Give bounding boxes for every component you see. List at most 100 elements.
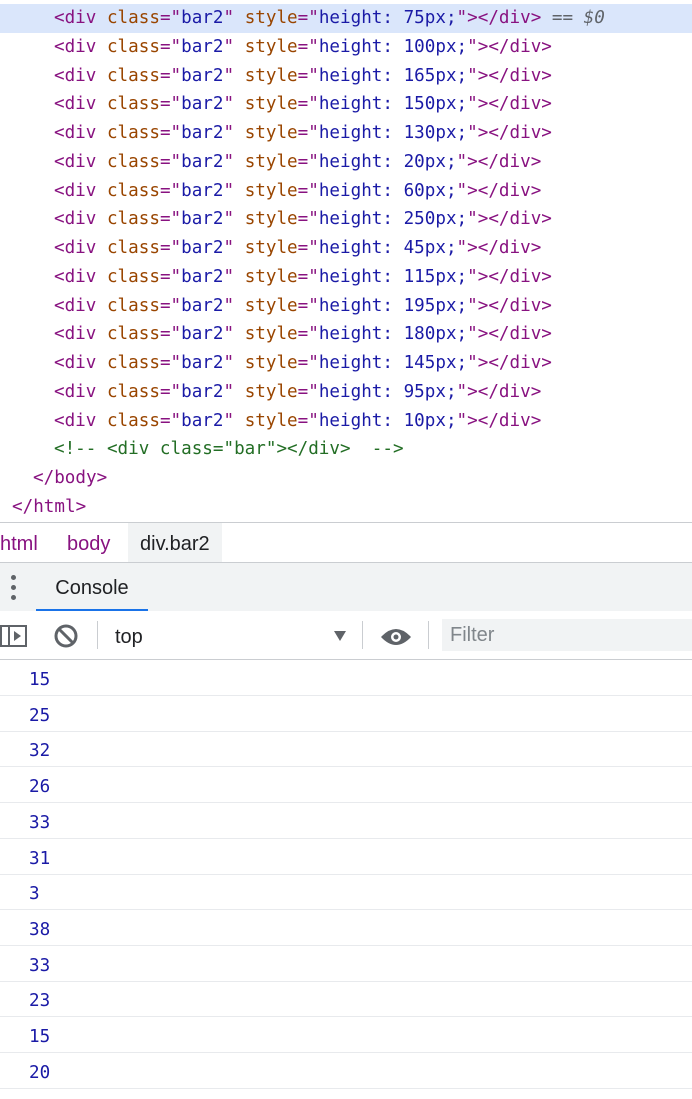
attribute-value[interactable]: height: 150px; — [319, 94, 467, 114]
dom-node-row[interactable]: <div class="bar2" style="height: 115px;"… — [0, 263, 692, 292]
markup-punctuation: =" — [297, 410, 319, 431]
tab-console[interactable]: Console — [36, 563, 148, 611]
console-message[interactable]: 33 — [0, 804, 692, 839]
attribute-value[interactable]: height: 195px; — [319, 296, 467, 316]
markup-punctuation: " — [223, 266, 235, 287]
filter-input[interactable] — [442, 619, 692, 651]
markup-punctuation: > — [96, 468, 108, 488]
attribute-value[interactable]: bar2 — [181, 37, 223, 57]
markup-punctuation: > — [530, 180, 542, 201]
chevron-down-icon[interactable] — [333, 629, 347, 647]
attribute-value[interactable]: bar2 — [181, 267, 223, 287]
markup-punctuation: " — [223, 36, 235, 57]
toolbar-divider — [97, 621, 98, 649]
closing-body-row[interactable]: </body> — [0, 464, 692, 493]
dom-node-row[interactable]: <div class="bar2" style="height: 45px;">… — [0, 234, 692, 263]
attribute-value[interactable]: height: 45px; — [319, 238, 457, 258]
html-comment-row[interactable]: <!-- <div class="bar"></div> --> — [0, 435, 692, 464]
markup-punctuation: " — [223, 65, 235, 86]
attribute-value[interactable]: bar2 — [181, 324, 223, 344]
console-message[interactable]: 26 — [0, 768, 692, 804]
dom-node-row[interactable]: <div class="bar2" style="height: 95px;">… — [0, 378, 692, 407]
dom-node-row[interactable]: <div class="bar2" style="height: 180px;"… — [0, 320, 692, 349]
closing-tag-name: div — [509, 209, 542, 230]
attribute-value[interactable]: height: 60px; — [319, 181, 457, 201]
attribute-name: style — [244, 94, 298, 115]
attribute-name: class — [106, 94, 160, 115]
attribute-value[interactable]: bar2 — [181, 8, 223, 28]
markup-punctuation: "></ — [467, 65, 510, 86]
dom-node-row[interactable]: <div class="bar2" style="height: 20px;">… — [0, 148, 692, 177]
markup-punctuation: < — [54, 180, 65, 201]
eye-icon[interactable] — [380, 627, 412, 652]
attribute-value[interactable]: bar2 — [181, 94, 223, 114]
closing-html-row[interactable]: </html> — [0, 493, 692, 522]
breadcrumb-html[interactable]: html — [0, 523, 38, 563]
dom-node-row[interactable]: <div class="bar2" style="height: 130px;"… — [0, 119, 692, 148]
markup-punctuation: =" — [297, 65, 319, 86]
attribute-value[interactable]: height: 100px; — [319, 37, 467, 57]
dom-node-row[interactable]: <div class="bar2" style="height: 250px;"… — [0, 205, 692, 234]
attribute-name: class — [106, 65, 160, 86]
console-message[interactable]: 31 — [0, 840, 692, 875]
console-message[interactable]: 20 — [0, 1054, 692, 1089]
attribute-name: class — [106, 123, 160, 143]
clear-console-icon[interactable] — [53, 623, 79, 654]
attribute-value[interactable]: bar2 — [181, 382, 223, 402]
markup-punctuation: =" — [297, 123, 319, 143]
attribute-value[interactable]: height: 115px; — [319, 267, 467, 287]
dom-node-row[interactable]: <div class="bar2" style="height: 150px;"… — [0, 90, 692, 119]
markup-punctuation: < — [54, 353, 65, 373]
breadcrumb-div-bar2[interactable]: div.bar2 — [128, 523, 222, 563]
attribute-value[interactable]: height: 165px; — [319, 66, 467, 86]
attribute-value[interactable]: bar2 — [181, 238, 223, 258]
closing-tag-name: div — [509, 324, 542, 345]
attribute-value[interactable]: bar2 — [181, 353, 223, 373]
attribute-value[interactable]: height: 10px; — [319, 411, 457, 431]
markup-punctuation: < — [54, 94, 65, 115]
breadcrumb-body[interactable]: body — [67, 523, 110, 563]
drawer-tab-bar: Console — [0, 562, 692, 612]
markup-punctuation: =" — [297, 381, 319, 402]
attribute-value[interactable]: bar2 — [181, 209, 223, 229]
more-options-icon[interactable] — [8, 575, 20, 601]
dom-node-row[interactable]: <div class="bar2" style="height: 100px;"… — [0, 33, 692, 62]
console-message[interactable]: 25 — [0, 697, 692, 732]
attribute-value[interactable]: bar2 — [181, 411, 223, 431]
attribute-value[interactable]: bar2 — [181, 66, 223, 86]
attribute-value[interactable]: bar2 — [181, 296, 223, 316]
attribute-name: style — [244, 295, 298, 316]
attribute-value[interactable]: bar2 — [181, 152, 223, 172]
console-message[interactable]: 23 — [0, 982, 692, 1018]
console-message[interactable]: 33 — [0, 947, 692, 982]
console-message[interactable]: 15 — [0, 1018, 692, 1053]
attribute-value[interactable]: height: 130px; — [319, 123, 467, 143]
dom-node-row[interactable]: <div class="bar2" style="height: 165px;"… — [0, 62, 692, 91]
context-selector[interactable]: top — [115, 611, 143, 663]
attribute-value[interactable]: height: 95px; — [319, 382, 457, 402]
attribute-value[interactable]: bar2 — [181, 123, 223, 143]
sidebar-toggle-icon[interactable] — [0, 623, 28, 654]
markup-punctuation: " — [223, 324, 235, 345]
attribute-value[interactable]: height: 75px; — [319, 8, 457, 28]
dom-node-row[interactable]: <div class="bar2" style="height: 10px;">… — [0, 407, 692, 436]
attribute-value[interactable]: height: 250px; — [319, 209, 467, 229]
console-message[interactable]: 32 — [0, 732, 692, 768]
dom-node-row[interactable]: <div class="bar2" style="height: 195px;"… — [0, 292, 692, 321]
attribute-value[interactable]: bar2 — [181, 181, 223, 201]
attribute-value[interactable]: height: 180px; — [319, 324, 467, 344]
html-comment: <!-- <div class="bar"></div> --> — [54, 439, 404, 460]
tag-name: div — [64, 295, 97, 316]
selected-node-marker: == $0 — [551, 8, 605, 28]
dom-node-row[interactable]: <div class="bar2" style="height: 75px;">… — [0, 4, 692, 33]
markup-punctuation: " — [223, 381, 235, 402]
console-message[interactable]: 15 — [0, 661, 692, 696]
dom-node-row[interactable]: <div class="bar2" style="height: 145px;"… — [0, 349, 692, 378]
console-message[interactable]: 38 — [0, 911, 692, 946]
markup-punctuation: > — [530, 151, 542, 172]
closing-tag-name: div — [498, 238, 531, 258]
dom-node-row[interactable]: <div class="bar2" style="height: 60px;">… — [0, 177, 692, 206]
console-message[interactable]: 3 — [0, 875, 692, 911]
attribute-value[interactable]: height: 145px; — [319, 353, 467, 373]
attribute-value[interactable]: height: 20px; — [319, 152, 457, 172]
